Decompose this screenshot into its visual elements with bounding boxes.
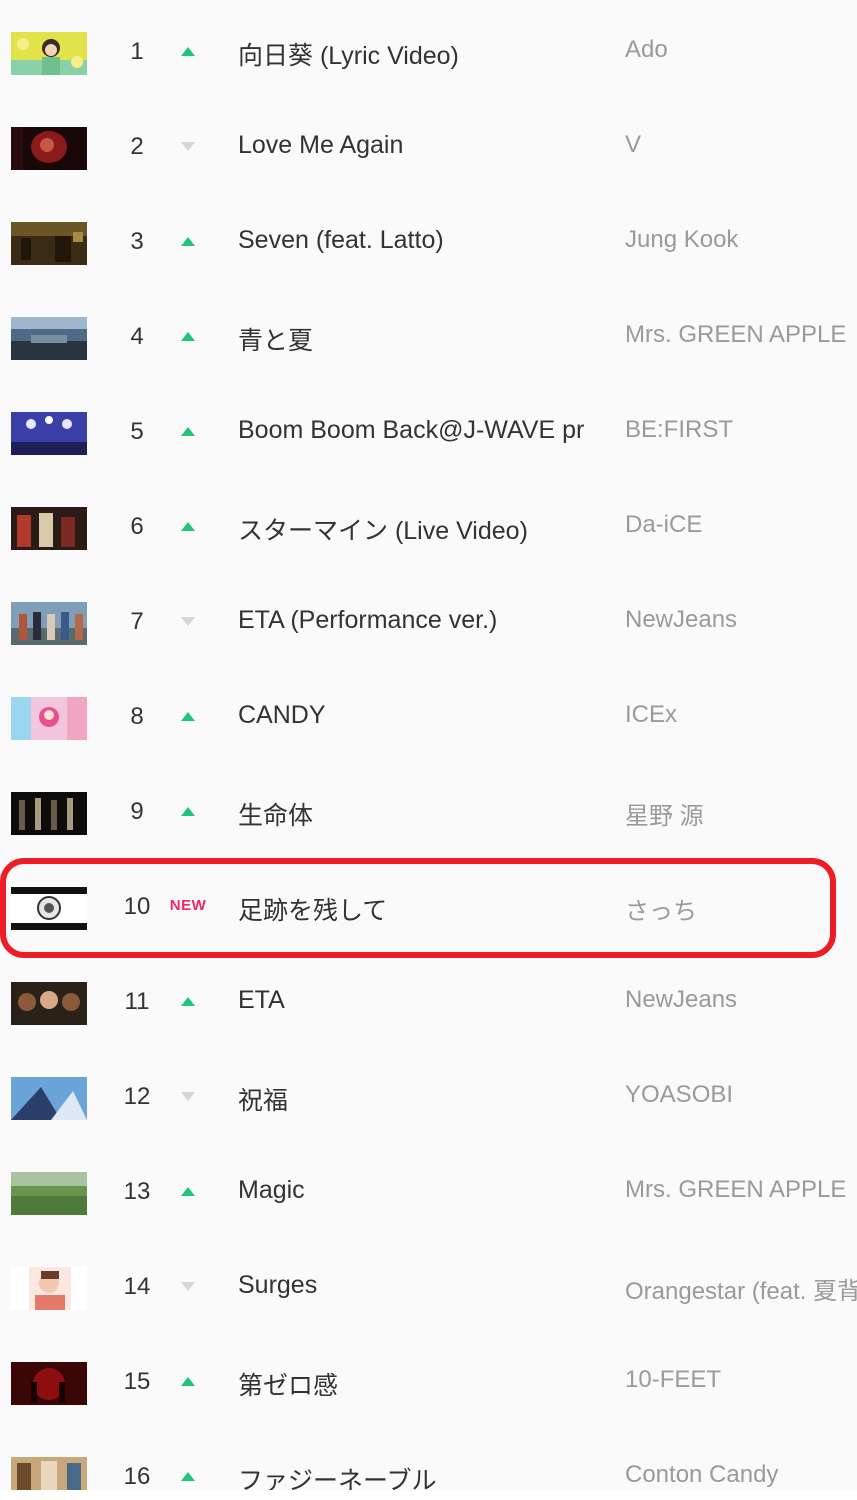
chart-row[interactable]: 16 ファジーネーブル Conton Candy [0, 1431, 857, 1490]
video-thumbnail[interactable] [11, 887, 87, 930]
artist-name[interactable]: V [625, 131, 857, 159]
artist-name[interactable]: Mrs. GREEN APPLE [625, 1176, 857, 1204]
trend-down-icon [168, 606, 208, 638]
track-title[interactable]: 青と夏 [238, 321, 606, 357]
rank-number: 9 [130, 798, 144, 825]
trend-down-icon [168, 131, 208, 163]
artist-name[interactable]: Orangestar (feat. 夏背 [625, 1271, 857, 1306]
track-title[interactable]: ETA (Performance ver.) [238, 606, 606, 635]
trend-up-icon [168, 1461, 208, 1490]
video-thumbnail[interactable] [11, 32, 87, 75]
chart-row[interactable]: 9 生命体 星野 源 [0, 766, 857, 861]
artist-name[interactable]: BE:FIRST [625, 416, 857, 444]
video-thumbnail[interactable] [11, 222, 87, 265]
track-title[interactable]: Love Me Again [238, 131, 606, 160]
trend-up-icon [168, 1176, 208, 1208]
rank-number: 16 [123, 1463, 151, 1490]
rank-number: 4 [130, 323, 144, 350]
trend-up-icon [168, 36, 208, 68]
chart-row[interactable]: 13 Magic Mrs. GREEN APPLE [0, 1146, 857, 1241]
chart-row[interactable]: 14 Surges Orangestar (feat. 夏背 [0, 1241, 857, 1336]
artist-name[interactable]: NewJeans [625, 606, 857, 634]
rank-number: 3 [130, 228, 144, 255]
video-thumbnail[interactable] [11, 1077, 87, 1120]
ranking-chart: 1 向日葵 (Lyric Video) Ado 2 Love Me Again … [0, 0, 857, 1490]
artist-name[interactable]: Da-iCE [625, 511, 857, 539]
artist-name[interactable]: NewJeans [625, 986, 857, 1014]
chart-row[interactable]: 7 ETA (Performance ver.) NewJeans [0, 576, 857, 671]
chart-row[interactable]: 2 Love Me Again V [0, 101, 857, 196]
rank-number: 1 [130, 38, 144, 65]
chart-row[interactable]: 6 スターマイン (Live Video) Da-iCE [0, 481, 857, 576]
video-thumbnail[interactable] [11, 412, 87, 455]
artist-name[interactable]: Jung Kook [625, 226, 857, 254]
artist-name[interactable]: Ado [625, 36, 857, 64]
trend-up-icon [168, 321, 208, 353]
page-margin [0, 1490, 857, 1500]
track-title[interactable]: 向日葵 (Lyric Video) [238, 36, 606, 72]
video-thumbnail[interactable] [11, 1267, 87, 1310]
chart-row[interactable]: 5 Boom Boom Back@J-WAVE pr BE:FIRST [0, 386, 857, 481]
video-thumbnail[interactable] [11, 697, 87, 740]
track-title[interactable]: 祝福 [238, 1081, 606, 1117]
rank-number: 6 [130, 513, 144, 540]
video-thumbnail[interactable] [11, 1457, 87, 1490]
trend-up-icon [168, 1366, 208, 1398]
track-title[interactable]: CANDY [238, 701, 606, 730]
chart-row[interactable]: 11 ETA NewJeans [0, 956, 857, 1051]
video-thumbnail[interactable] [11, 982, 87, 1025]
track-title[interactable]: Magic [238, 1176, 606, 1205]
trend-down-icon [168, 1081, 208, 1113]
artist-name[interactable]: さっち [625, 891, 857, 926]
video-thumbnail[interactable] [11, 602, 87, 645]
rank-number: 10 [123, 893, 151, 920]
video-thumbnail[interactable] [11, 1362, 87, 1405]
chart-row[interactable]: 15 第ゼロ感 10-FEET [0, 1336, 857, 1431]
rank-number: 5 [130, 418, 144, 445]
track-title[interactable]: スターマイン (Live Video) [238, 511, 606, 547]
trend-up-icon [168, 511, 208, 543]
rank-number: 12 [123, 1083, 151, 1110]
rank-number: 8 [130, 703, 144, 730]
track-title[interactable]: Surges [238, 1271, 606, 1300]
artist-name[interactable]: Conton Candy [625, 1461, 857, 1489]
video-thumbnail[interactable] [11, 317, 87, 360]
rank-number: 15 [123, 1368, 151, 1395]
rank-number: 14 [123, 1273, 151, 1300]
track-title[interactable]: Seven (feat. Latto) [238, 226, 606, 255]
chart-row[interactable]: 1 向日葵 (Lyric Video) Ado [0, 6, 857, 101]
chart-row[interactable]: 12 祝福 YOASOBI [0, 1051, 857, 1146]
trend-up-icon [168, 701, 208, 733]
trend-up-icon [168, 796, 208, 828]
rank-number: 11 [124, 988, 150, 1015]
trend-up-icon [168, 226, 208, 258]
track-title[interactable]: 生命体 [238, 796, 606, 832]
video-thumbnail[interactable] [11, 1172, 87, 1215]
chart-row[interactable]: 4 青と夏 Mrs. GREEN APPLE [0, 291, 857, 386]
video-thumbnail[interactable] [11, 507, 87, 550]
track-title[interactable]: Boom Boom Back@J-WAVE pr [238, 416, 606, 445]
artist-name[interactable]: Mrs. GREEN APPLE [625, 321, 857, 349]
rank-number: 7 [130, 608, 144, 635]
artist-name[interactable]: 10-FEET [625, 1366, 857, 1394]
track-title[interactable]: 第ゼロ感 [238, 1366, 606, 1402]
track-title[interactable]: ETA [238, 986, 606, 1015]
new-badge: NEW [169, 897, 207, 914]
track-title[interactable]: 足跡を残して [238, 891, 606, 927]
chart-row[interactable]: 8 CANDY ICEx [0, 671, 857, 766]
trend-up-icon [168, 986, 208, 1018]
rank-number: 13 [123, 1178, 151, 1205]
rank-number: 2 [130, 133, 144, 160]
artist-name[interactable]: ICEx [625, 701, 857, 729]
trend-down-icon [168, 1271, 208, 1303]
video-thumbnail[interactable] [11, 792, 87, 835]
artist-name[interactable]: 星野 源 [625, 796, 857, 831]
artist-name[interactable]: YOASOBI [625, 1081, 857, 1109]
track-title[interactable]: ファジーネーブル [238, 1461, 606, 1490]
chart-row[interactable]: 3 Seven (feat. Latto) Jung Kook [0, 196, 857, 291]
trend-up-icon [168, 416, 208, 448]
video-thumbnail[interactable] [11, 127, 87, 170]
chart-row[interactable]: 10 NEW 足跡を残して さっち [0, 861, 857, 956]
